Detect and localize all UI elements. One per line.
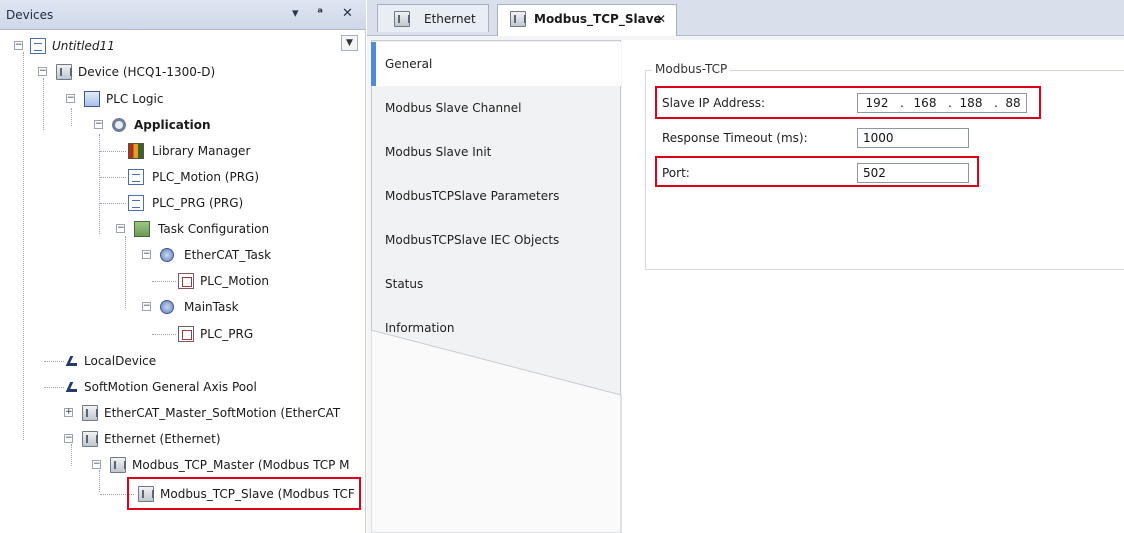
collapse-icon[interactable]: − — [92, 460, 101, 469]
tree-item-label: LocalDevice — [84, 354, 157, 368]
device-icon — [394, 11, 410, 27]
tree-item-plc-motion-call[interactable]: PLC_Motion — [0, 271, 340, 291]
device-icon — [510, 11, 526, 27]
tree-item-application[interactable]: − Application — [0, 115, 340, 135]
tree-item-label: EtherCAT_Task — [184, 248, 272, 262]
subtab-modbus-slave-channel[interactable]: Modbus Slave Channel — [371, 86, 621, 130]
collapse-icon[interactable]: − — [142, 302, 151, 311]
tree-item-label: Library Manager — [152, 144, 251, 158]
highlight-box — [655, 86, 1041, 119]
collapse-icon[interactable]: − — [64, 434, 73, 443]
subtab-modbus-slave-init[interactable]: Modbus Slave Init — [371, 130, 621, 174]
tree-item-label: SoftMotion General Axis Pool — [84, 380, 257, 394]
tree-item-label: PLC_PRG (PRG) — [152, 196, 244, 210]
program-call-icon — [178, 326, 194, 342]
tree-item-label: PLC_Motion — [200, 274, 269, 288]
collapse-icon[interactable]: − — [142, 250, 151, 259]
network-icon — [66, 356, 80, 366]
subtab-general[interactable]: General — [371, 42, 621, 86]
page-fold-decoration — [371, 330, 622, 533]
subtab-modbus-tcp-slave-parameters[interactable]: ModbusTCPSlave Parameters — [371, 174, 621, 218]
tree-item-task-configuration[interactable]: − Task Configuration — [0, 219, 340, 239]
tree-item-device[interactable]: − Device (HCQ1-1300-D) — [0, 62, 340, 82]
devices-panel-title: Devices — [6, 8, 54, 22]
devices-panel-header: Devices ▾ ᵃ ✕ — [0, 0, 366, 30]
tree-guide-line — [100, 151, 126, 152]
group-title: Modbus-TCP — [652, 62, 731, 76]
close-tab-icon[interactable]: ✕ — [656, 6, 666, 32]
tree-item-label: MainTask — [184, 300, 239, 314]
tree-item-plc-prg[interactable]: PLC_PRG (PRG) — [0, 193, 340, 213]
device-icon — [82, 405, 98, 421]
network-icon — [66, 382, 80, 392]
tree-item-plc-logic[interactable]: − PLC Logic — [0, 89, 340, 109]
tree-guide-line — [44, 387, 64, 388]
tree-item-project[interactable]: − Untitled11 — [0, 36, 340, 56]
collapse-icon[interactable]: − — [14, 41, 23, 50]
tree-scroll-down-button[interactable]: ▼ — [341, 35, 358, 51]
tree-guide-line — [152, 334, 176, 335]
tab-label: Modbus_TCP_Slave — [534, 12, 662, 26]
close-icon[interactable]: ✕ — [342, 6, 353, 21]
tree-item-label: Modbus_TCP_Master (Modbus TCP M — [132, 458, 350, 472]
application-gear-icon — [112, 118, 126, 132]
task-configuration-icon — [134, 221, 150, 237]
tab-label: Ethernet — [424, 12, 476, 26]
tree-item-label: PLC Logic — [106, 92, 164, 106]
tree-item-localdevice[interactable]: LocalDevice — [0, 351, 340, 371]
program-call-icon — [178, 273, 194, 289]
tree-item-label: Untitled11 — [52, 39, 115, 53]
tree-item-maintask[interactable]: − MainTask — [0, 297, 340, 317]
device-icon — [82, 431, 98, 447]
pin-icon[interactable]: ᵃ — [317, 6, 323, 21]
collapse-icon[interactable]: − — [66, 94, 75, 103]
tab-modbus-tcp-slave[interactable]: Modbus_TCP_Slave ✕ — [497, 4, 677, 36]
program-icon — [128, 169, 144, 185]
collapse-icon[interactable]: − — [94, 120, 103, 129]
tree-item-label: PLC_PRG — [200, 327, 254, 341]
tree-item-ethercat-master[interactable]: + EtherCAT_Master_SoftMotion (EtherCAT — [0, 403, 360, 423]
device-icon — [110, 457, 126, 473]
tree-guide-line — [152, 281, 176, 282]
editor-tab-bar: Ethernet Modbus_TCP_Slave ✕ — [367, 0, 1124, 36]
tree-item-label: Application — [134, 118, 211, 132]
response-timeout-input[interactable]: 1000 — [857, 128, 969, 148]
task-icon — [160, 300, 174, 314]
task-icon — [160, 248, 174, 262]
tree-item-label: Task Configuration — [158, 222, 270, 236]
tree-item-ethernet[interactable]: − Ethernet (Ethernet) — [0, 429, 340, 449]
tree-item-label: PLC_Motion (PRG) — [152, 170, 260, 184]
subtab-modbus-tcp-slave-iec-objects[interactable]: ModbusTCPSlave IEC Objects — [371, 218, 621, 262]
program-icon — [128, 195, 144, 211]
expand-icon[interactable]: + — [64, 408, 73, 417]
highlight-box — [655, 156, 979, 187]
library-manager-icon — [128, 143, 144, 159]
tree-item-label: Device (HCQ1-1300-D) — [78, 65, 216, 79]
tab-ethernet[interactable]: Ethernet — [377, 4, 489, 32]
devices-panel: Devices ▾ ᵃ ✕ ▼ − Untitled11 − Device (H… — [0, 0, 366, 533]
plc-logic-icon — [84, 91, 100, 107]
tree-item-plc-motion-prg[interactable]: PLC_Motion (PRG) — [0, 167, 340, 187]
panel-dropdown-icon[interactable]: ▾ — [292, 6, 299, 21]
tree-item-plc-prg-call[interactable]: PLC_PRG — [0, 324, 340, 344]
tree-guide-line — [100, 177, 126, 178]
tree-item-softmotion-axis-pool[interactable]: SoftMotion General Axis Pool — [0, 377, 340, 397]
collapse-icon[interactable]: − — [116, 224, 125, 233]
tree-guide-line — [44, 361, 64, 362]
response-timeout-label: Response Timeout (ms): — [662, 131, 808, 145]
tree-guide-line — [100, 203, 126, 204]
collapse-icon[interactable]: − — [38, 67, 47, 76]
tree-item-ethercat-task[interactable]: − EtherCAT_Task — [0, 245, 340, 265]
project-icon — [30, 38, 46, 54]
tree-item-label: EtherCAT_Master_SoftMotion (EtherCAT — [104, 406, 341, 420]
device-icon — [56, 64, 72, 80]
tree-item-modbus-tcp-master[interactable]: − Modbus_TCP_Master (Modbus TCP M — [0, 455, 360, 475]
highlight-box — [127, 477, 361, 510]
subtab-status[interactable]: Status — [371, 262, 621, 306]
tree-item-library-manager[interactable]: Library Manager — [0, 141, 340, 161]
tree-item-label: Ethernet (Ethernet) — [104, 432, 221, 446]
